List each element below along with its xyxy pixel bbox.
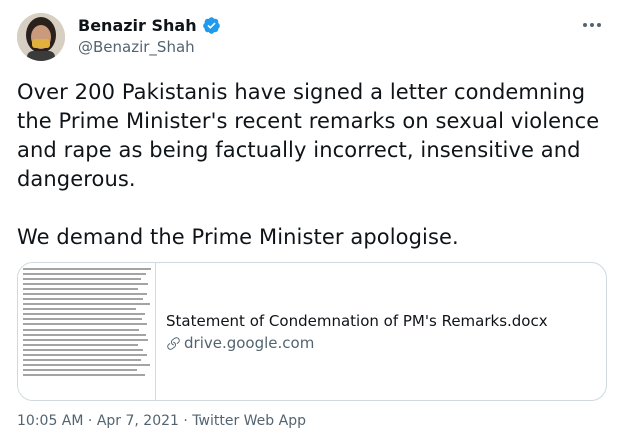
tweet-text: Over 200 Pakistanis have signed a letter… bbox=[17, 80, 600, 249]
link-icon bbox=[167, 336, 180, 350]
document-text-line bbox=[23, 283, 149, 285]
tweet-source[interactable]: Twitter Web App bbox=[192, 413, 306, 429]
document-text-line bbox=[23, 339, 149, 341]
document-text-line bbox=[23, 369, 137, 371]
document-text-line bbox=[23, 268, 151, 270]
document-text-line bbox=[23, 329, 140, 331]
document-text-line bbox=[23, 288, 139, 290]
document-text-line bbox=[23, 273, 146, 275]
avatar[interactable] bbox=[17, 13, 65, 61]
document-text-line bbox=[23, 344, 139, 346]
card-title: Statement of Condemnation of PM's Remark… bbox=[166, 312, 548, 330]
document-text-line bbox=[23, 323, 148, 325]
document-text-line bbox=[23, 374, 145, 376]
document-text-line bbox=[23, 308, 136, 310]
document-text-line bbox=[23, 313, 145, 315]
document-text-line bbox=[23, 334, 146, 336]
tweet-meta: 10:05 AM · Apr 7, 2021 · Twitter Web App bbox=[17, 413, 306, 429]
profile-photo bbox=[17, 13, 65, 61]
tweet-date[interactable]: Apr 7, 2021 bbox=[97, 413, 179, 429]
more-options-icon[interactable] bbox=[581, 14, 603, 36]
document-text-line bbox=[23, 359, 141, 361]
tweet-time[interactable]: 10:05 AM bbox=[17, 413, 83, 429]
document-text-line bbox=[23, 293, 148, 295]
meta-separator: · bbox=[178, 413, 193, 429]
document-text-line bbox=[23, 303, 150, 305]
document-text-line bbox=[23, 354, 148, 356]
document-text-line bbox=[23, 318, 143, 320]
link-card[interactable]: Statement of Condemnation of PM's Remark… bbox=[17, 262, 607, 401]
document-text-line bbox=[23, 349, 144, 351]
document-thumbnail bbox=[18, 263, 156, 400]
document-text-line bbox=[23, 364, 150, 366]
card-domain: drive.google.com bbox=[184, 334, 315, 352]
author-block: Benazir Shah @Benazir_Shah bbox=[78, 13, 221, 56]
meta-separator: · bbox=[83, 413, 97, 429]
document-text-line bbox=[23, 278, 141, 280]
display-name[interactable]: Benazir Shah bbox=[78, 16, 197, 35]
verified-badge-icon bbox=[202, 16, 220, 34]
document-text-line bbox=[23, 298, 144, 300]
handle[interactable]: @Benazir_Shah bbox=[78, 38, 221, 56]
